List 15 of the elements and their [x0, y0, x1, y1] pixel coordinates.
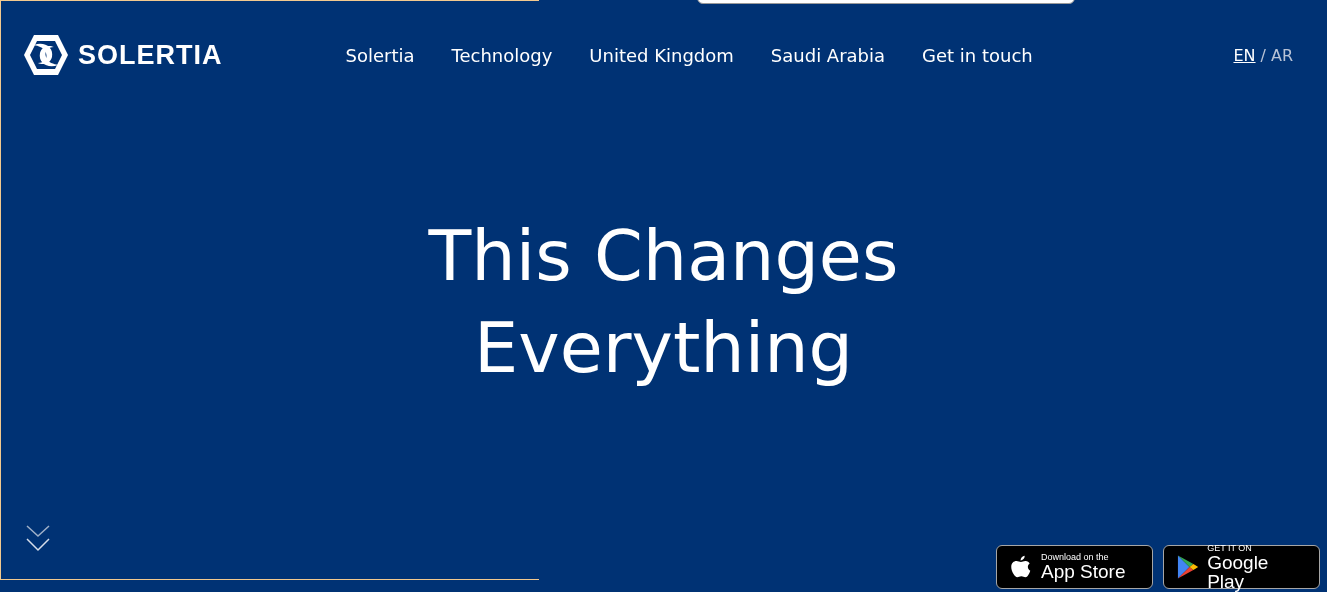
play-icon — [1176, 554, 1200, 580]
scroll-down-icon[interactable] — [26, 525, 50, 553]
language-separator: / — [1260, 45, 1266, 65]
nav-link[interactable]: Get in touch — [922, 44, 1033, 66]
language-link[interactable]: AR — [1270, 45, 1293, 65]
hero-title: This Changes Everything — [428, 214, 899, 391]
apple-icon — [1009, 554, 1033, 580]
nav-link[interactable]: Solertia — [345, 44, 415, 66]
logo-link[interactable]: SOLERTIA — [22, 33, 223, 77]
logo-icon — [22, 33, 70, 77]
language-link[interactable]: EN — [1233, 45, 1256, 65]
nav-link[interactable]: Technology — [451, 44, 553, 66]
store-badge[interactable]: Download on the App Store — [996, 545, 1153, 589]
nav-link[interactable]: United Kingdom — [589, 44, 734, 66]
nav-link[interactable]: Saudi Arabia — [770, 44, 886, 66]
